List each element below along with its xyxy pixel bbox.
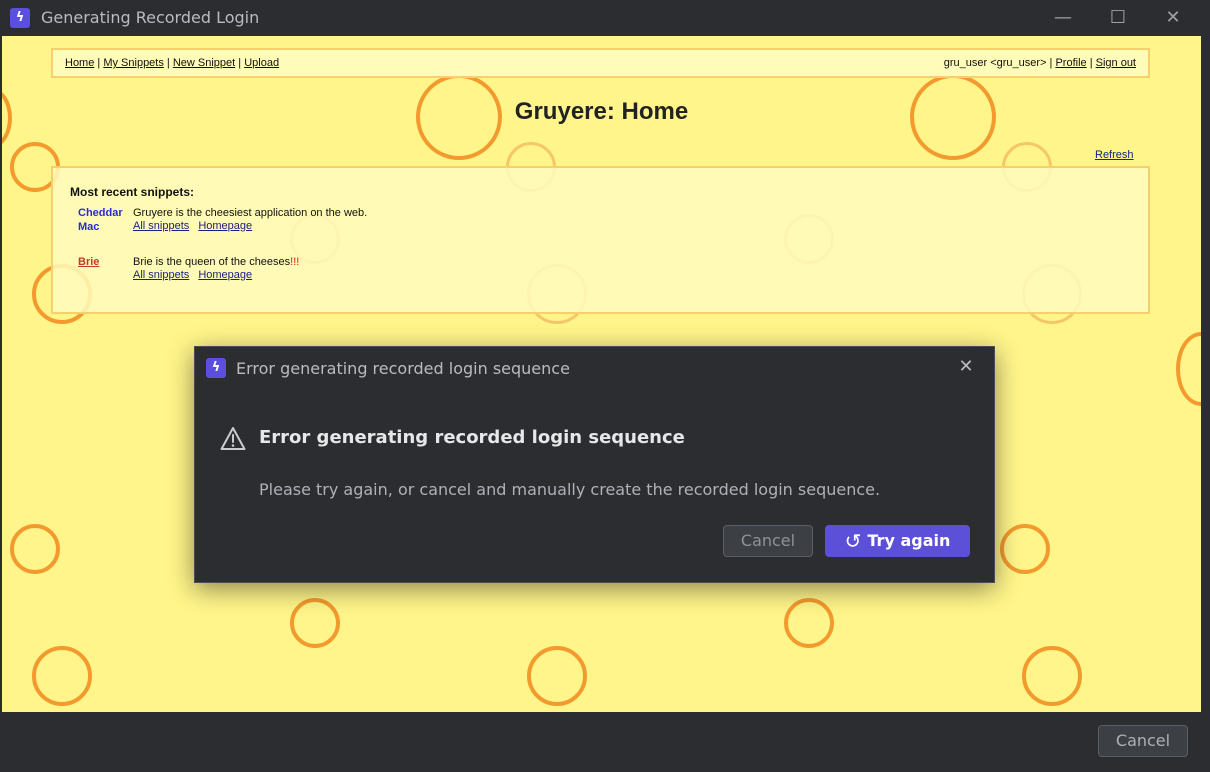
minimize-button[interactable]: — [1043,4,1083,32]
snippet-text: Gruyere is the cheesiest application on … [133,207,368,219]
snippet-links: All snippets Homepage [133,269,258,281]
snippet-links: All snippets Homepage [133,220,258,232]
cheese-hole-decoration [1000,524,1050,574]
retry-icon: ↺ [844,529,862,553]
cheese-hole-decoration [32,646,92,706]
homepage-link[interactable]: Homepage [198,269,252,281]
refresh-link[interactable]: Refresh [1095,149,1134,161]
warning-triangle-icon [220,427,246,450]
snippet-text-body: Brie is the queen of the cheeses [133,256,291,268]
dialog-message: Please try again, or cancel and manually… [259,480,881,499]
nav-separator: | [1049,57,1053,69]
nav-separator: | [1089,57,1093,69]
dialog-heading: Error generating recorded login sequence [259,427,685,448]
dialog-title: Error generating recorded login sequence [236,359,570,378]
nav-new-snippet-link[interactable]: New Snippet [173,57,235,69]
gruyere-nav-bar: Home | My Snippets | New Snippet | Uploa… [51,48,1150,78]
all-snippets-link[interactable]: All snippets [133,220,189,232]
recent-snippets-panel: Most recent snippets: Cheddar Mac Gruyer… [51,166,1150,314]
nav-separator: | [97,57,101,69]
current-user-label: gru_user <gru_user> [943,57,1047,69]
window-footer: Cancel [0,712,1210,772]
snippets-heading: Most recent snippets: [70,185,195,199]
cancel-button[interactable]: Cancel [723,525,813,557]
try-again-label: Try again [867,531,951,550]
cheese-hole-decoration [784,598,834,648]
window-titlebar: ϟ Generating Recorded Login — ☐ ✕ [0,0,1210,36]
lightning-bolt-icon: ϟ [10,8,30,28]
footer-cancel-button[interactable]: Cancel [1098,725,1188,757]
dialog-close-button[interactable]: ✕ [950,351,982,383]
window-title: Generating Recorded Login [41,8,260,27]
nav-links: Home | My Snippets | New Snippet | Uploa… [65,57,279,69]
cheese-hole-decoration [1176,332,1201,406]
nav-separator: | [166,57,170,69]
homepage-link[interactable]: Homepage [198,220,252,232]
snippet-text-emphasis: !!! [290,256,300,268]
cheese-hole-decoration [1022,646,1082,706]
all-snippets-link[interactable]: All snippets [133,269,189,281]
error-dialog: ϟ Error generating recorded login sequen… [194,346,995,583]
maximize-button[interactable]: ☐ [1098,4,1138,32]
user-links: gru_user <gru_user> | Profile | Sign out [944,57,1136,69]
cheese-hole-decoration [10,524,60,574]
page-title: Gruyere: Home [514,98,689,125]
nav-upload-link[interactable]: Upload [244,57,279,69]
snippet-author-link[interactable]: Cheddar Mac [78,206,130,234]
snippet-author-link[interactable]: Brie [78,255,130,269]
cheese-hole-decoration [527,646,587,706]
nav-separator: | [238,57,242,69]
snippet-text: Brie is the queen of the cheeses!!! [133,255,299,269]
cheese-hole-decoration [290,598,340,648]
nav-home-link[interactable]: Home [65,57,94,69]
nav-profile-link[interactable]: Profile [1055,57,1086,69]
nav-sign-out-link[interactable]: Sign out [1096,57,1136,69]
lightning-bolt-icon: ϟ [206,358,226,378]
try-again-button[interactable]: ↺ Try again [825,525,970,557]
close-window-button[interactable]: ✕ [1153,4,1193,32]
nav-my-snippets-link[interactable]: My Snippets [103,57,164,69]
